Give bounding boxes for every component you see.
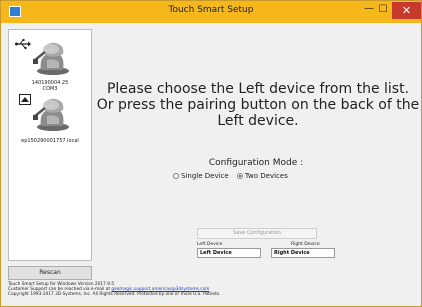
haptic-device-image — [33, 98, 69, 131]
left-device-label: Left Device — [197, 242, 223, 247]
message-line: Please choose the Left device from the l… — [106, 81, 410, 97]
single-device-option[interactable]: Single Device — [173, 172, 229, 180]
two-devices-option[interactable]: Two Devices — [236, 172, 288, 180]
two-devices-label[interactable]: Two Devices — [245, 172, 288, 180]
title-bar[interactable]: Touch Smart Setup — ☐ ✕ — [1, 1, 421, 23]
right-device-label: Right Device — [291, 242, 320, 247]
footer: Touch Smart Setup for Windows Version 20… — [8, 282, 221, 297]
close-button[interactable]: ✕ — [392, 2, 421, 19]
device-item[interactable]: ep150290001757.local — [9, 88, 91, 148]
configuration-mode-radios: Single Device Two Devices — [173, 172, 333, 180]
setup-window: Touch Smart Setup — ☐ ✕ 140190004 25 COM… — [0, 0, 422, 307]
message-line: Or press the pairing button on the back … — [96, 97, 420, 113]
configuration-mode-label: Configuration Mode : — [208, 158, 304, 168]
right-device-field[interactable]: Right Device — [271, 248, 335, 258]
left-device-field[interactable]: Left Device — [197, 248, 261, 258]
minimize-button[interactable]: — — [362, 3, 376, 17]
save-configuration-button[interactable]: Save Configuration — [197, 228, 317, 239]
two-devices-radio[interactable] — [236, 173, 243, 179]
device-serial: ep150290001757.local — [21, 138, 79, 144]
device-list[interactable]: 140190004 25 COM3 ep150290001757.local — [8, 29, 92, 261]
message-line: Left device. — [217, 113, 299, 129]
single-device-label[interactable]: Single Device — [181, 172, 229, 180]
instruction-message: Please choose the Left device from the l… — [93, 81, 422, 129]
window-title: Touch Smart Setup — [168, 5, 254, 15]
maximize-button[interactable]: ☐ — [376, 3, 390, 17]
rescan-button[interactable]: Rescan — [8, 266, 92, 280]
copyright-text: Copyright 1993-2017 3D Systems, Inc. All… — [8, 292, 221, 297]
haptic-device-image — [33, 42, 69, 75]
single-device-radio[interactable] — [173, 173, 179, 179]
